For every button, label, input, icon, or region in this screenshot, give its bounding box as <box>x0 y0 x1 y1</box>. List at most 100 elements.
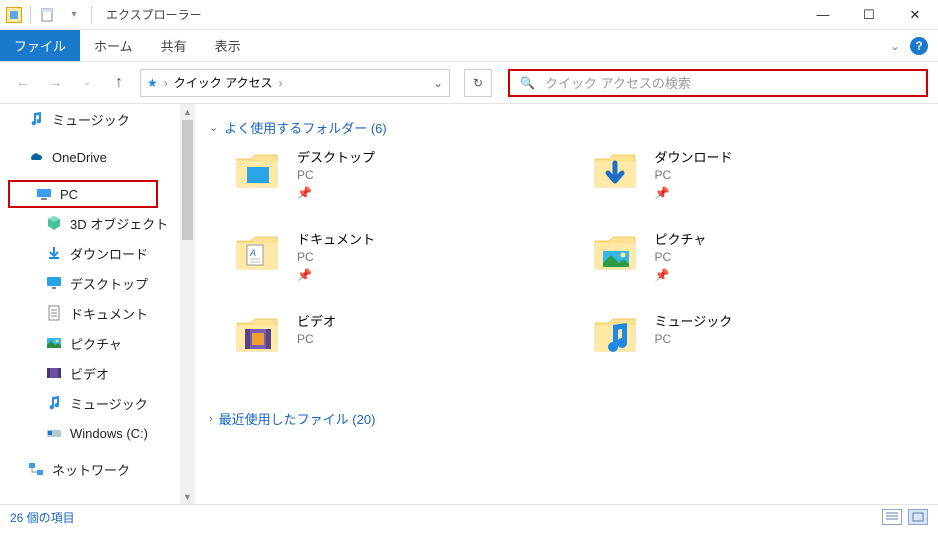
folder-item-music[interactable]: ミュージック PC <box>591 311 929 381</box>
pin-icon: 📌 <box>297 186 375 200</box>
tree-item-onedrive[interactable]: OneDrive <box>0 142 180 172</box>
svg-text:A: A <box>249 248 256 258</box>
minimize-button[interactable]: — <box>800 0 846 30</box>
drive-icon <box>46 425 62 441</box>
tree-label: ピクチャ <box>70 334 122 353</box>
tree-label: ビデオ <box>70 364 109 383</box>
folder-name: ドキュメント <box>297 229 375 248</box>
folder-item-pictures[interactable]: ピクチャ PC 📌 <box>591 229 929 299</box>
tree-label: ダウンロード <box>70 244 148 263</box>
folder-item-desktop[interactable]: デスクトップ PC 📌 <box>233 147 571 217</box>
folder-desktop-icon <box>233 147 281 195</box>
folder-item-downloads[interactable]: ダウンロード PC 📌 <box>591 147 929 217</box>
tab-share[interactable]: 共有 <box>147 30 201 61</box>
nav-scrollbar-track[interactable]: ▲ ▼ <box>180 104 195 504</box>
folder-sub: PC <box>297 168 375 182</box>
tree-item-cdrive[interactable]: Windows (C:) <box>0 418 180 448</box>
address-dropdown-icon[interactable]: ⌄ <box>433 76 443 90</box>
network-icon <box>28 461 44 477</box>
tree-item-music-top[interactable]: ミュージック <box>0 104 180 134</box>
folder-documents-icon: A <box>233 229 281 277</box>
document-icon <box>46 305 62 321</box>
recent-locations-button[interactable]: ⌄ <box>74 70 100 96</box>
tree-item-documents[interactable]: ドキュメント <box>0 298 180 328</box>
section-label: 最近使用したファイル (20) <box>219 409 376 428</box>
cube-icon <box>46 215 62 231</box>
scroll-up-icon[interactable]: ▲ <box>180 104 195 119</box>
titlebar: ▾ エクスプローラー — ☐ ✕ <box>0 0 938 30</box>
ribbon-collapse-icon[interactable]: ⌄ <box>890 39 900 53</box>
tree-label: ドキュメント <box>70 304 148 323</box>
quick-access-star-icon: ★ <box>147 76 158 90</box>
close-button[interactable]: ✕ <box>892 0 938 30</box>
view-details-button[interactable] <box>882 509 902 525</box>
folder-pictures-icon <box>591 229 639 277</box>
title-separator <box>91 6 92 24</box>
folder-name: デスクトップ <box>297 147 375 166</box>
tree-label: デスクトップ <box>70 274 148 293</box>
search-box[interactable]: 🔍 クイック アクセスの検索 <box>508 69 928 97</box>
tree-label: ミュージック <box>52 110 130 129</box>
tree-item-videos[interactable]: ビデオ <box>0 358 180 388</box>
help-button[interactable]: ? <box>910 37 928 55</box>
section-recent-header[interactable]: › 最近使用したファイル (20) <box>209 409 928 428</box>
chevron-down-icon: ⌄ <box>209 121 218 134</box>
qat-properties-icon[interactable] <box>39 6 57 24</box>
window-title: エクスプローラー <box>106 6 202 23</box>
pc-icon <box>36 186 52 202</box>
content-pane: ⌄ よく使用するフォルダー (6) デスクトップ PC 📌 <box>195 104 938 504</box>
tab-home[interactable]: ホーム <box>80 30 147 61</box>
search-placeholder: クイック アクセスの検索 <box>545 73 691 92</box>
desktop-icon <box>46 275 62 291</box>
back-button[interactable]: ← <box>10 70 36 96</box>
music-icon <box>28 111 44 127</box>
ribbon: ファイル ホーム 共有 表示 ⌄ ? <box>0 30 938 62</box>
crumb-sep-icon: › <box>279 76 283 90</box>
tab-view[interactable]: 表示 <box>201 30 255 61</box>
pin-icon: 📌 <box>655 186 733 200</box>
nav-scrollbar-thumb[interactable] <box>182 120 193 240</box>
folder-name: ピクチャ <box>655 229 707 248</box>
folder-music-icon <box>591 311 639 359</box>
breadcrumb-quick-access[interactable]: クイック アクセス <box>174 74 273 91</box>
tree-label: Windows (C:) <box>70 426 148 441</box>
section-frequent-header[interactable]: ⌄ よく使用するフォルダー (6) <box>209 118 928 137</box>
tree-item-network[interactable]: ネットワーク <box>0 454 180 484</box>
tree-label: ネットワーク <box>52 460 130 479</box>
tab-file[interactable]: ファイル <box>0 30 80 61</box>
view-large-icons-button[interactable] <box>908 509 928 525</box>
app-icon <box>6 7 22 23</box>
folder-item-videos[interactable]: ビデオ PC <box>233 311 571 381</box>
chevron-right-icon: › <box>209 413 213 425</box>
tree-label: OneDrive <box>52 150 107 165</box>
refresh-button[interactable]: ↻ <box>464 69 492 97</box>
qat-dropdown-icon[interactable]: ▾ <box>65 6 83 24</box>
statusbar: 26 個の項目 <box>0 504 938 529</box>
download-icon <box>46 245 62 261</box>
video-icon <box>46 365 62 381</box>
cloud-icon <box>28 149 44 165</box>
scroll-down-icon[interactable]: ▼ <box>180 489 195 504</box>
forward-button[interactable]: → <box>42 70 68 96</box>
crumb-sep-icon: › <box>164 76 168 90</box>
section-label: よく使用するフォルダー (6) <box>224 118 387 137</box>
address-bar[interactable]: ★ › クイック アクセス › ⌄ <box>140 69 450 97</box>
tree-item-pictures[interactable]: ピクチャ <box>0 328 180 358</box>
folder-sub: PC <box>297 250 375 264</box>
tree-item-music[interactable]: ミュージック <box>0 388 180 418</box>
folder-sub: PC <box>655 168 733 182</box>
tree-item-pc[interactable]: PC <box>8 180 158 208</box>
maximize-button[interactable]: ☐ <box>846 0 892 30</box>
tree-item-desktop[interactable]: デスクトップ <box>0 268 180 298</box>
up-button[interactable]: ↑ <box>106 70 132 96</box>
folder-sub: PC <box>655 332 733 346</box>
folder-downloads-icon <box>591 147 639 195</box>
picture-icon <box>46 335 62 351</box>
pin-icon: 📌 <box>297 268 375 282</box>
tree-item-downloads[interactable]: ダウンロード <box>0 238 180 268</box>
folder-sub: PC <box>297 332 336 346</box>
folder-name: ミュージック <box>655 311 733 330</box>
folder-item-documents[interactable]: A ドキュメント PC 📌 <box>233 229 571 299</box>
folder-name: ダウンロード <box>655 147 733 166</box>
tree-item-3d-objects[interactable]: 3D オブジェクト <box>0 208 180 238</box>
